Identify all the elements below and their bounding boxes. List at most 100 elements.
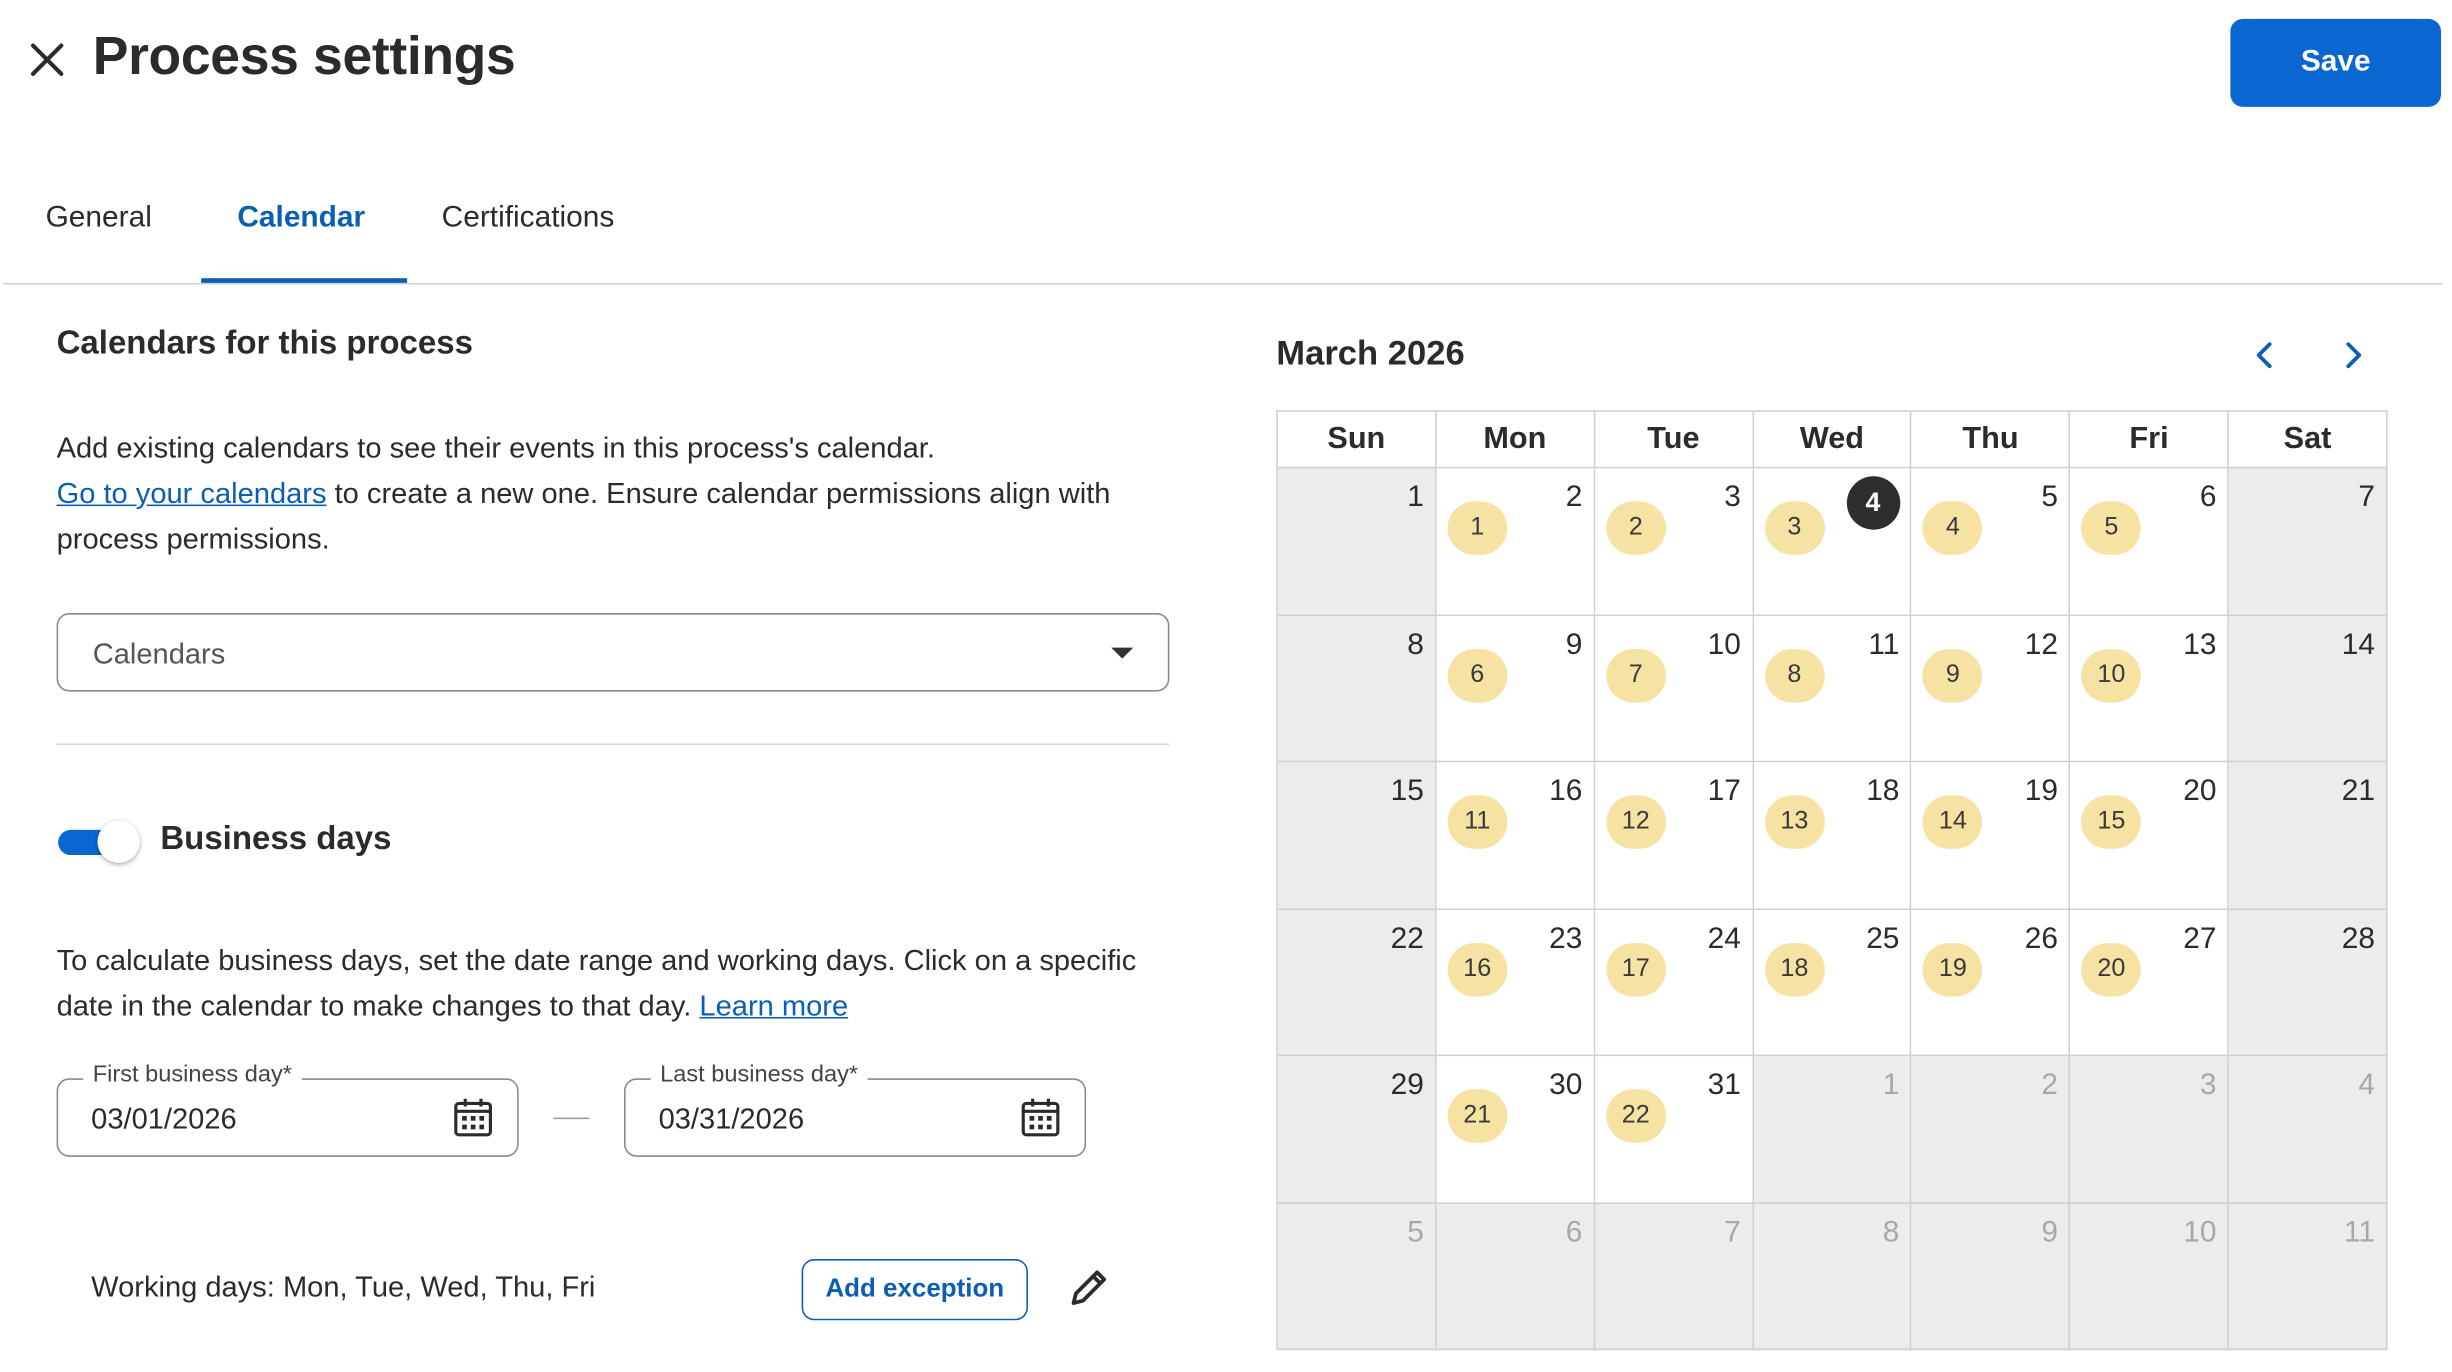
day-number: 4 xyxy=(2358,1068,2376,1102)
calendar-day-cell[interactable]: 6 xyxy=(1436,1203,1595,1351)
calendar-day-cell[interactable]: 22 xyxy=(1277,909,1437,1057)
calendar-day-cell[interactable]: 29 xyxy=(1277,1056,1437,1204)
calendar-day-cell[interactable]: 5 xyxy=(1277,1203,1437,1351)
toggle-knob xyxy=(97,820,140,863)
day-number: 7 xyxy=(2358,480,2376,514)
business-day-count-badge: 13 xyxy=(1764,795,1825,849)
calendar-day-cell[interactable]: 16 23 xyxy=(1436,909,1595,1057)
calendar-week-row: 1 1223344556 7 xyxy=(1277,468,2388,616)
weekday-header: Sun xyxy=(1277,411,1437,469)
calendar-day-cell[interactable]: 34 xyxy=(1753,468,1912,616)
calendar-day-cell[interactable]: 22 31 xyxy=(1594,1056,1754,1204)
date-range-separator xyxy=(553,1117,590,1120)
day-number: 23 xyxy=(1549,921,1583,955)
calendar-day-cell[interactable]: 69 xyxy=(1436,615,1595,763)
calendar-day-cell[interactable]: 28 xyxy=(2229,909,2388,1057)
calendar-icon[interactable] xyxy=(451,1096,495,1140)
day-number: 21 xyxy=(2341,774,2376,808)
business-day-count-badge: 17 xyxy=(1605,942,1666,996)
day-number: 29 xyxy=(1390,1068,1424,1102)
calendars-select[interactable]: Calendars xyxy=(56,613,1170,692)
day-number: 2 xyxy=(2041,1068,2058,1102)
business-days-toggle[interactable] xyxy=(57,819,142,866)
calendar-day-cell[interactable]: 12 xyxy=(1436,468,1595,616)
first-business-day-label-text: First business day xyxy=(92,1060,283,1088)
next-month-button[interactable] xyxy=(2336,338,2371,373)
learn-more-link[interactable]: Learn more xyxy=(699,989,848,1022)
day-number: 13 xyxy=(2183,627,2217,661)
previous-month-button[interactable] xyxy=(2248,338,2283,373)
calendar-day-cell[interactable]: 15 xyxy=(1277,762,1437,910)
day-number: 8 xyxy=(1407,627,1424,661)
calendar-day-cell[interactable]: 45 xyxy=(1911,468,2071,616)
caret-down-icon xyxy=(1111,647,1134,659)
calendar-day-cell[interactable]: 12 17 xyxy=(1594,762,1754,910)
calendars-select-placeholder: Calendars xyxy=(92,636,226,670)
calendar-day-cell[interactable]: 9 12 xyxy=(1911,615,2071,763)
tab-certifications[interactable]: Certifications xyxy=(442,201,615,236)
weekday-header: Tue xyxy=(1594,411,1754,469)
calendar-day-cell[interactable]: 10 xyxy=(2070,1203,2230,1351)
day-number: 8 xyxy=(1882,1215,1900,1249)
section-divider xyxy=(56,743,1170,746)
calendar-day-cell[interactable]: 7 10 xyxy=(1594,615,1754,763)
calendar-day-cell[interactable]: 1 xyxy=(1753,1056,1912,1204)
day-number: 17 xyxy=(1707,774,1741,808)
business-day-count-badge: 8 xyxy=(1764,648,1825,702)
calendar-day-cell[interactable]: 8 11 xyxy=(1753,615,1912,763)
calendar-day-cell[interactable]: 19 26 xyxy=(1911,909,2071,1057)
calendar-day-cell[interactable]: 13 18 xyxy=(1753,762,1912,910)
calendar-day-cell[interactable]: 14 xyxy=(2229,615,2388,763)
day-number: 1 xyxy=(1407,480,1424,514)
save-button[interactable]: Save xyxy=(2230,18,2442,107)
calendar-week-row: 29 21 30 22 31 1 2 3 4 xyxy=(1277,1056,2388,1204)
working-days-text: Working days: Mon, Tue, Wed, Thu, Fri xyxy=(91,1270,596,1304)
business-day-count-badge: 12 xyxy=(1605,795,1666,849)
calendar-day-cell[interactable]: 56 xyxy=(2070,468,2230,616)
close-button[interactable] xyxy=(25,38,69,82)
business-day-count-badge: 2 xyxy=(1605,501,1666,555)
edit-working-days-button[interactable] xyxy=(1066,1264,1113,1311)
last-business-day-field[interactable]: Last business day* 03/31/2026 xyxy=(624,1060,1087,1157)
calendar-month-label: March 2026 xyxy=(1276,333,1465,373)
calendar-day-cell[interactable]: 21 xyxy=(2229,762,2388,910)
tab-general[interactable]: General xyxy=(46,201,152,236)
calendar-day-cell[interactable]: 1 xyxy=(1277,468,1437,616)
calendar-day-cell[interactable]: 2 xyxy=(1911,1056,2071,1204)
go-to-calendars-link[interactable]: Go to your calendars xyxy=(57,476,327,509)
calendar-icon[interactable] xyxy=(1019,1096,1063,1140)
day-number: 5 xyxy=(1407,1215,1424,1249)
calendar-day-cell[interactable]: 17 24 xyxy=(1594,909,1754,1057)
required-marker: * xyxy=(282,1060,292,1088)
calendar-day-cell[interactable]: 7 xyxy=(1594,1203,1754,1351)
day-number: 31 xyxy=(1707,1068,1741,1102)
business-day-count-badge: 16 xyxy=(1447,942,1508,996)
business-day-count-badge: 14 xyxy=(1922,795,1983,849)
close-icon xyxy=(30,43,64,76)
weekday-header: Sat xyxy=(2229,411,2388,469)
tab-calendar[interactable]: Calendar xyxy=(237,201,365,236)
calendar-day-cell[interactable]: 11 xyxy=(2229,1203,2388,1351)
calendar-day-cell[interactable]: 10 13 xyxy=(2070,615,2230,763)
calendar-day-cell[interactable]: 8 xyxy=(1753,1203,1912,1351)
process-settings-page: Process settings Save General Calendar C… xyxy=(0,0,2452,1372)
calendar-day-cell[interactable]: 20 27 xyxy=(2070,909,2230,1057)
calendar-day-cell[interactable]: 11 16 xyxy=(1436,762,1595,910)
add-exception-button[interactable]: Add exception xyxy=(801,1259,1028,1321)
today-marker: 4 xyxy=(1846,476,1900,530)
first-business-day-field[interactable]: First business day* 03/01/2026 xyxy=(56,1060,519,1157)
calendar-day-cell[interactable]: 9 xyxy=(1911,1203,2071,1351)
calendar-day-cell[interactable]: 7 xyxy=(2229,468,2388,616)
calendar-day-cell[interactable]: 15 20 xyxy=(2070,762,2230,910)
last-business-day-value: 03/31/2026 xyxy=(658,1101,805,1135)
weekday-header: Thu xyxy=(1911,411,2071,469)
business-day-count-badge: 11 xyxy=(1447,795,1508,849)
calendar-day-cell[interactable]: 3 xyxy=(2070,1056,2230,1204)
calendar-day-cell[interactable]: 4 xyxy=(2229,1056,2388,1204)
calendar-day-cell[interactable]: 21 30 xyxy=(1436,1056,1595,1204)
calendar-day-cell[interactable]: 14 19 xyxy=(1911,762,2071,910)
pencil-icon xyxy=(1071,1270,1107,1305)
calendar-day-cell[interactable]: 18 25 xyxy=(1753,909,1912,1057)
calendar-day-cell[interactable]: 8 xyxy=(1277,615,1437,763)
calendar-day-cell[interactable]: 23 xyxy=(1594,468,1754,616)
